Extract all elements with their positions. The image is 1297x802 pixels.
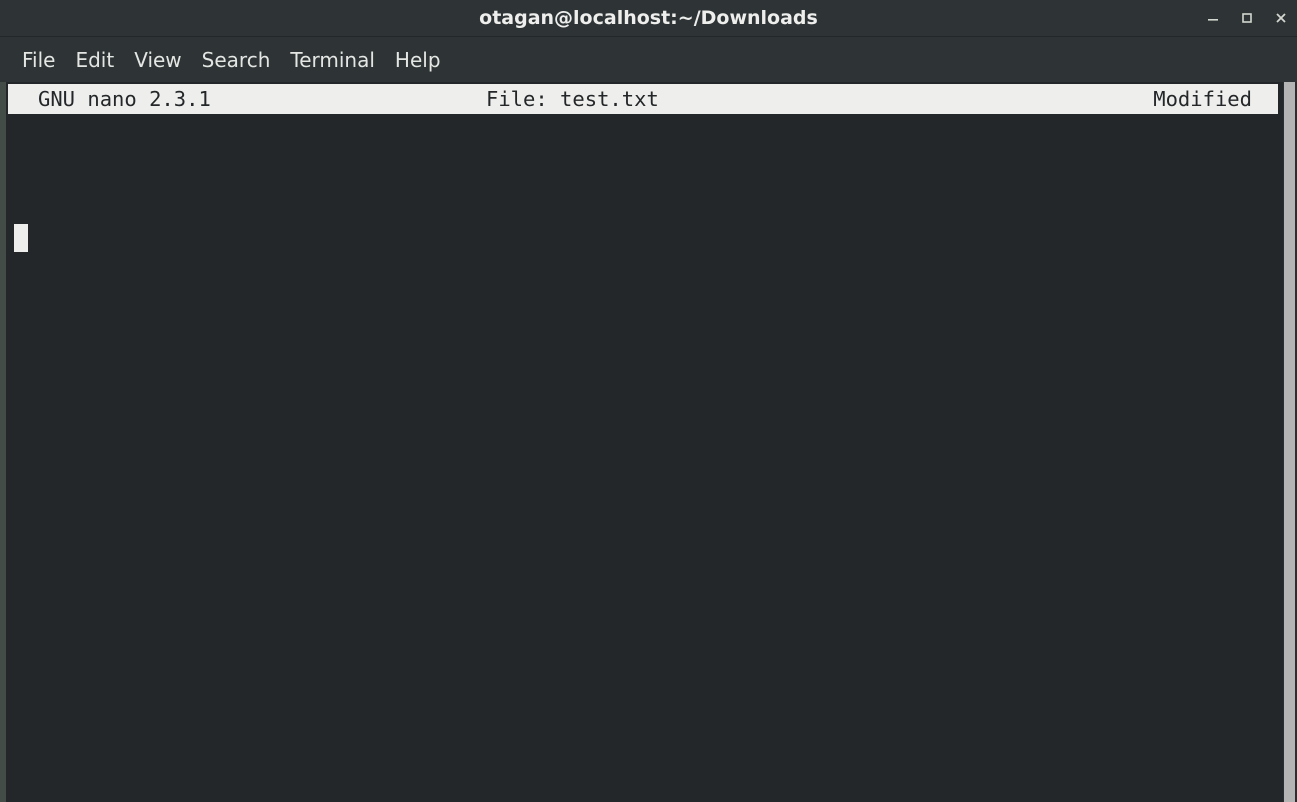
nano-header-bar: GNU nano 2.3.1 File: test.txt Modified (8, 84, 1278, 114)
menu-item-edit[interactable]: Edit (65, 46, 124, 74)
terminal-left-edge (0, 82, 6, 802)
close-button[interactable] (1271, 8, 1291, 28)
terminal-scrollbar[interactable] (1283, 82, 1297, 802)
scrollbar-thumb[interactable] (1284, 82, 1295, 802)
window-title: otagan@localhost:~/Downloads (479, 7, 818, 29)
menu-item-file[interactable]: File (12, 46, 65, 74)
text-cursor (14, 224, 28, 252)
terminal-window: otagan@localhost:~/Downloads File Edit V… (0, 0, 1297, 802)
minimize-button[interactable] (1203, 8, 1223, 28)
nano-filename-label: File: test.txt (486, 87, 659, 111)
nano-version-label: GNU nano 2.3.1 (38, 87, 211, 111)
nano-editor[interactable]: GNU nano 2.3.1 File: test.txt Modified ^… (8, 82, 1278, 802)
menu-item-search[interactable]: Search (192, 46, 281, 74)
menu-item-help[interactable]: Help (385, 46, 451, 74)
menu-item-terminal[interactable]: Terminal (280, 46, 385, 74)
maximize-button[interactable] (1237, 8, 1257, 28)
menubar: File Edit View Search Terminal Help (0, 37, 1297, 82)
window-titlebar[interactable]: otagan@localhost:~/Downloads (0, 0, 1297, 37)
nano-text-area[interactable] (8, 118, 1278, 758)
menu-item-view[interactable]: View (124, 46, 191, 74)
window-controls (1203, 0, 1291, 36)
terminal-body[interactable]: GNU nano 2.3.1 File: test.txt Modified ^… (0, 82, 1297, 802)
nano-modified-status: Modified (1153, 87, 1252, 111)
